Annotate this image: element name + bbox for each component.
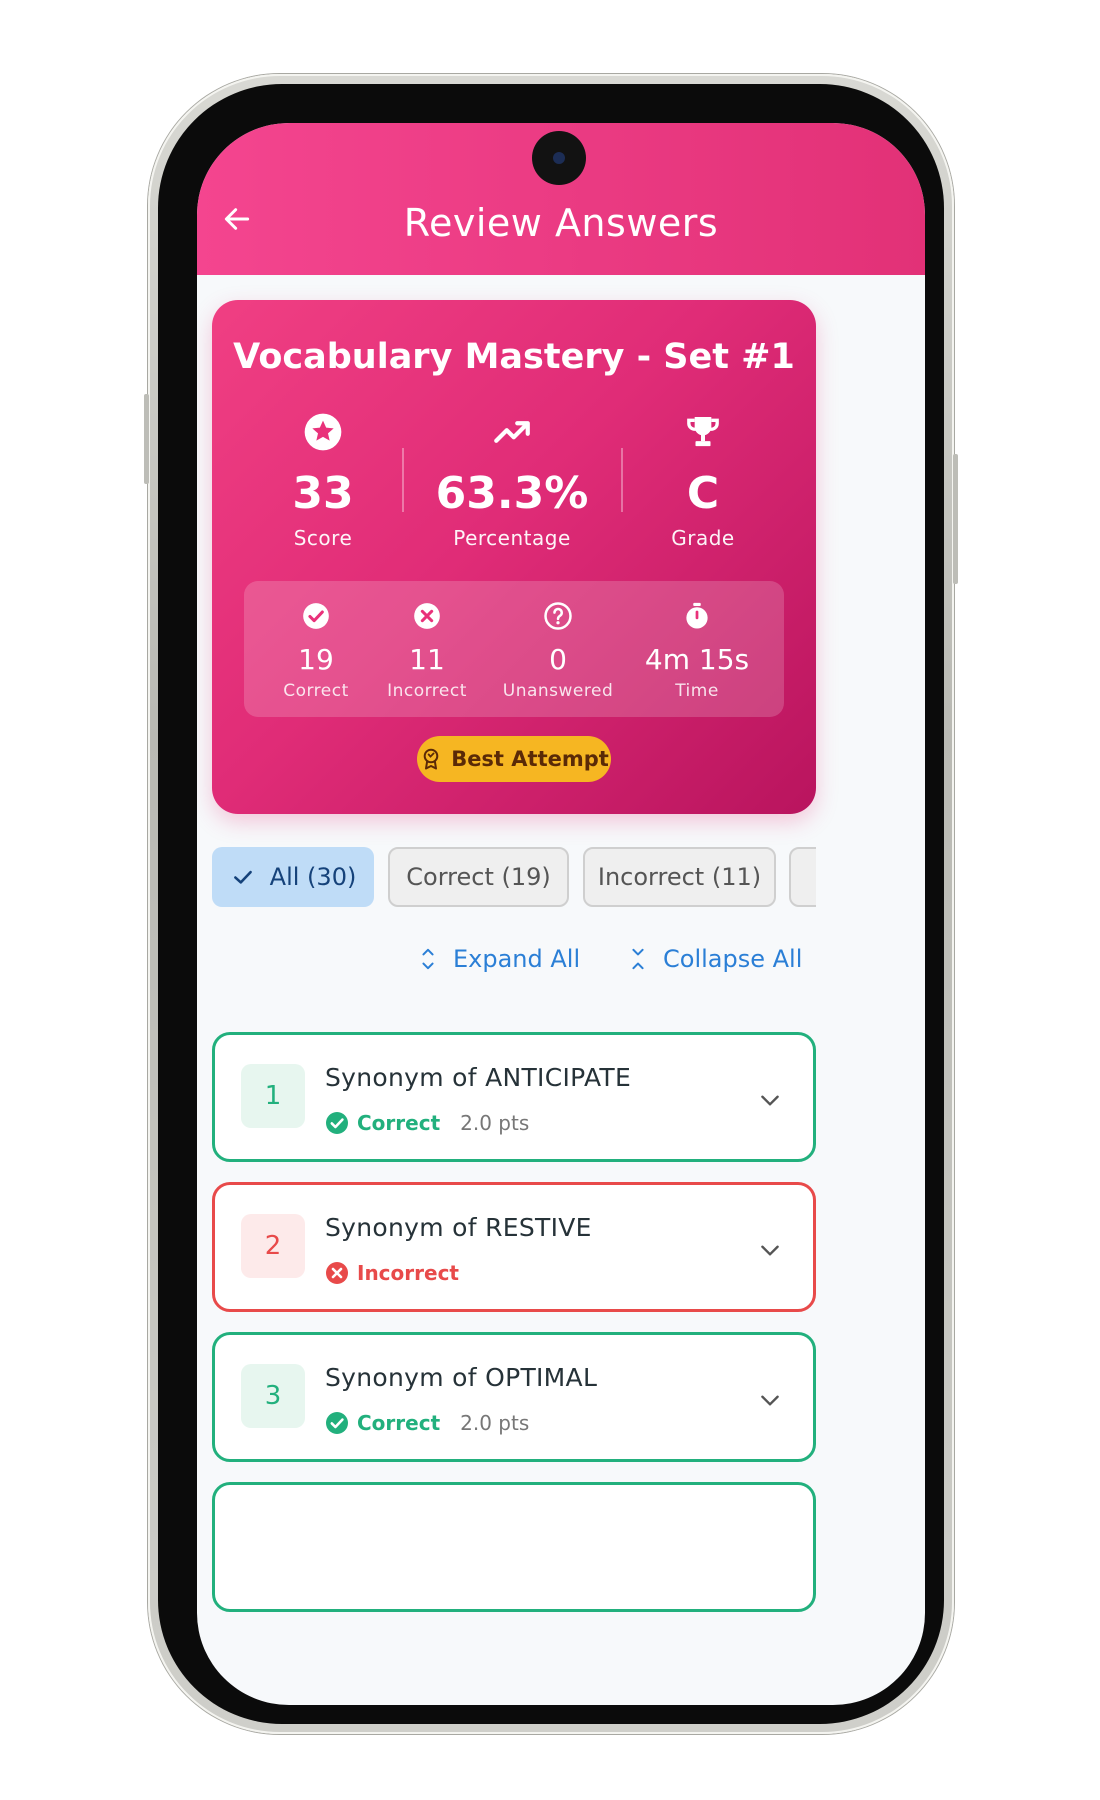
badge-label: Best Attempt [451, 747, 609, 771]
question-title: Synonym of OPTIMAL [325, 1363, 598, 1392]
expand-collapse-actions: Expand All Collapse All [197, 945, 925, 991]
question-card[interactable]: 2 Synonym of RESTIVE Incorrect [212, 1182, 816, 1312]
check-circle-icon [326, 1112, 348, 1134]
grade-label: Grade [671, 526, 735, 550]
points-label: 2.0 pts [460, 1111, 530, 1135]
filter-chip-more[interactable] [789, 847, 816, 907]
percentage-value: 63.3% [435, 468, 589, 519]
percentage-stat: 63.3% Percentage [417, 410, 607, 550]
score-value: 33 [292, 468, 354, 519]
status-label: Incorrect [357, 1261, 459, 1285]
question-number: 1 [241, 1064, 305, 1128]
front-camera [532, 131, 586, 185]
score-label: Score [293, 526, 353, 550]
collapse-all-label: Collapse All [663, 945, 803, 973]
page-title: Review Answers [403, 201, 719, 245]
volume-button [144, 394, 149, 484]
chevron-down-icon[interactable] [757, 1387, 783, 1413]
stopwatch-icon [686, 602, 708, 629]
question-title: Synonym of RESTIVE [325, 1213, 592, 1242]
percentage-label: Percentage [453, 526, 571, 550]
question-number: 2 [241, 1214, 305, 1278]
filter-chip-label: All (30) [269, 863, 357, 891]
status-label: Correct [357, 1111, 441, 1135]
question-title: Synonym of ANTICIPATE [325, 1063, 632, 1092]
power-button [953, 454, 958, 584]
expand-all-button[interactable]: Expand All [417, 945, 580, 973]
unanswered-count-value: 0 [549, 643, 567, 676]
help-circle-icon [544, 602, 572, 630]
results-summary-card: Vocabulary Mastery - Set #1 33 Score 63.… [212, 300, 816, 814]
best-attempt-badge: Best Attempt [417, 736, 611, 782]
unanswered-count: 0 Unanswered [493, 601, 623, 701]
time-taken-value: 4m 15s [644, 643, 750, 676]
phone-bezel: Review Answers Vocabulary Mastery - Set … [158, 84, 944, 1724]
app-bar: Review Answers [197, 123, 925, 275]
question-status: Incorrect [325, 1261, 459, 1285]
stat-divider [402, 448, 404, 512]
check-circle-icon [303, 603, 329, 629]
incorrect-count-label: Incorrect [387, 681, 467, 701]
filter-chip-label: Correct (19) [406, 863, 551, 891]
x-circle-icon [326, 1262, 348, 1284]
filter-chip-all[interactable]: All (30) [212, 847, 374, 907]
trophy-icon [687, 417, 719, 447]
status-label: Correct [357, 1411, 441, 1435]
check-icon [233, 870, 252, 884]
x-circle-icon [414, 603, 440, 629]
unfold-more-icon [422, 948, 434, 970]
chevron-down-icon[interactable] [757, 1087, 783, 1113]
question-card[interactable] [212, 1482, 816, 1612]
question-status: Correct 2.0 pts [325, 1111, 529, 1135]
points-label: 2.0 pts [460, 1411, 530, 1435]
filter-chip-label: Incorrect (11) [597, 863, 762, 891]
trending-up-icon [494, 421, 530, 443]
phone-frame: Review Answers Vocabulary Mastery - Set … [144, 74, 958, 1734]
question-number: 3 [241, 1364, 305, 1428]
question-status: Correct 2.0 pts [325, 1411, 529, 1435]
incorrect-count: 11 Incorrect [362, 601, 492, 701]
filter-chip-incorrect[interactable]: Incorrect (11) [583, 847, 776, 907]
star-circle-icon [304, 413, 342, 451]
check-circle-icon [326, 1412, 348, 1434]
grade-value: C [686, 468, 720, 519]
question-card[interactable]: 1 Synonym of ANTICIPATE Correct 2.0 pts [212, 1032, 816, 1162]
unanswered-count-label: Unanswered [502, 681, 614, 701]
screen: Review Answers Vocabulary Mastery - Set … [197, 123, 925, 1705]
expand-all-label: Expand All [453, 945, 581, 973]
chevron-down-icon[interactable] [757, 1237, 783, 1263]
award-icon [423, 748, 439, 770]
filter-chip-correct[interactable]: Correct (19) [388, 847, 569, 907]
filter-chips: All (30) Correct (19) Incorrect (11) [212, 847, 816, 911]
answer-breakdown: 19 Correct 11 Incorrect 0 Unanswered 4m … [244, 581, 784, 717]
time-taken-label: Time [675, 681, 719, 701]
unfold-less-icon [632, 948, 644, 970]
grade-stat: C Grade [608, 410, 798, 550]
score-stat: 33 Score [228, 410, 418, 550]
collapse-all-button[interactable]: Collapse All [627, 945, 802, 973]
time-taken: 4m 15s Time [632, 601, 762, 701]
incorrect-count-value: 11 [409, 643, 445, 676]
quiz-title: Vocabulary Mastery - Set #1 [233, 337, 795, 377]
question-card[interactable]: 3 Synonym of OPTIMAL Correct 2.0 pts [212, 1332, 816, 1462]
